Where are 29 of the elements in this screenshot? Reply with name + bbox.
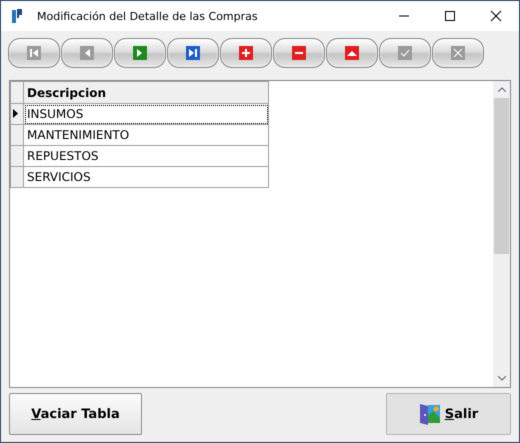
scroll-up-icon[interactable] bbox=[498, 87, 506, 92]
door-icon bbox=[418, 402, 441, 426]
toolbar-button[interactable] bbox=[379, 38, 431, 68]
app-icon bbox=[11, 8, 23, 24]
toolbar-button[interactable] bbox=[432, 38, 484, 68]
exit-button[interactable]: Salir bbox=[386, 393, 511, 435]
scroll-thumb[interactable] bbox=[494, 98, 509, 254]
scrollbar[interactable] bbox=[493, 81, 510, 387]
column-header[interactable]: Descripcion bbox=[24, 82, 268, 104]
toolbar-button[interactable] bbox=[8, 38, 60, 68]
close-icon[interactable] bbox=[490, 10, 502, 22]
table-cell[interactable]: SERVICIOS bbox=[24, 166, 268, 188]
toolbar-button[interactable] bbox=[114, 38, 166, 68]
window-title: Modificación del Detalle de las Compras bbox=[37, 10, 259, 22]
scroll-down-icon[interactable] bbox=[498, 376, 506, 381]
maximize-icon[interactable] bbox=[444, 10, 456, 22]
toolbar-button[interactable] bbox=[220, 38, 272, 68]
current-row-icon bbox=[13, 109, 18, 118]
clear-table-button[interactable]: Vaciar Tabla bbox=[9, 393, 142, 435]
button-label: Salir bbox=[444, 406, 478, 422]
row-header[interactable] bbox=[10, 104, 24, 124]
toolbar-button[interactable] bbox=[273, 38, 325, 68]
table-cell[interactable]: INSUMOS bbox=[24, 104, 268, 124]
toolbar-button[interactable] bbox=[167, 38, 219, 68]
button-label: Vaciar Tabla bbox=[31, 406, 120, 422]
toolbar-button[interactable] bbox=[61, 38, 113, 68]
table-cell[interactable]: MANTENIMIENTO bbox=[24, 124, 268, 146]
table-cell[interactable]: REPUESTOS bbox=[24, 146, 268, 166]
toolbar-button[interactable] bbox=[326, 38, 378, 68]
